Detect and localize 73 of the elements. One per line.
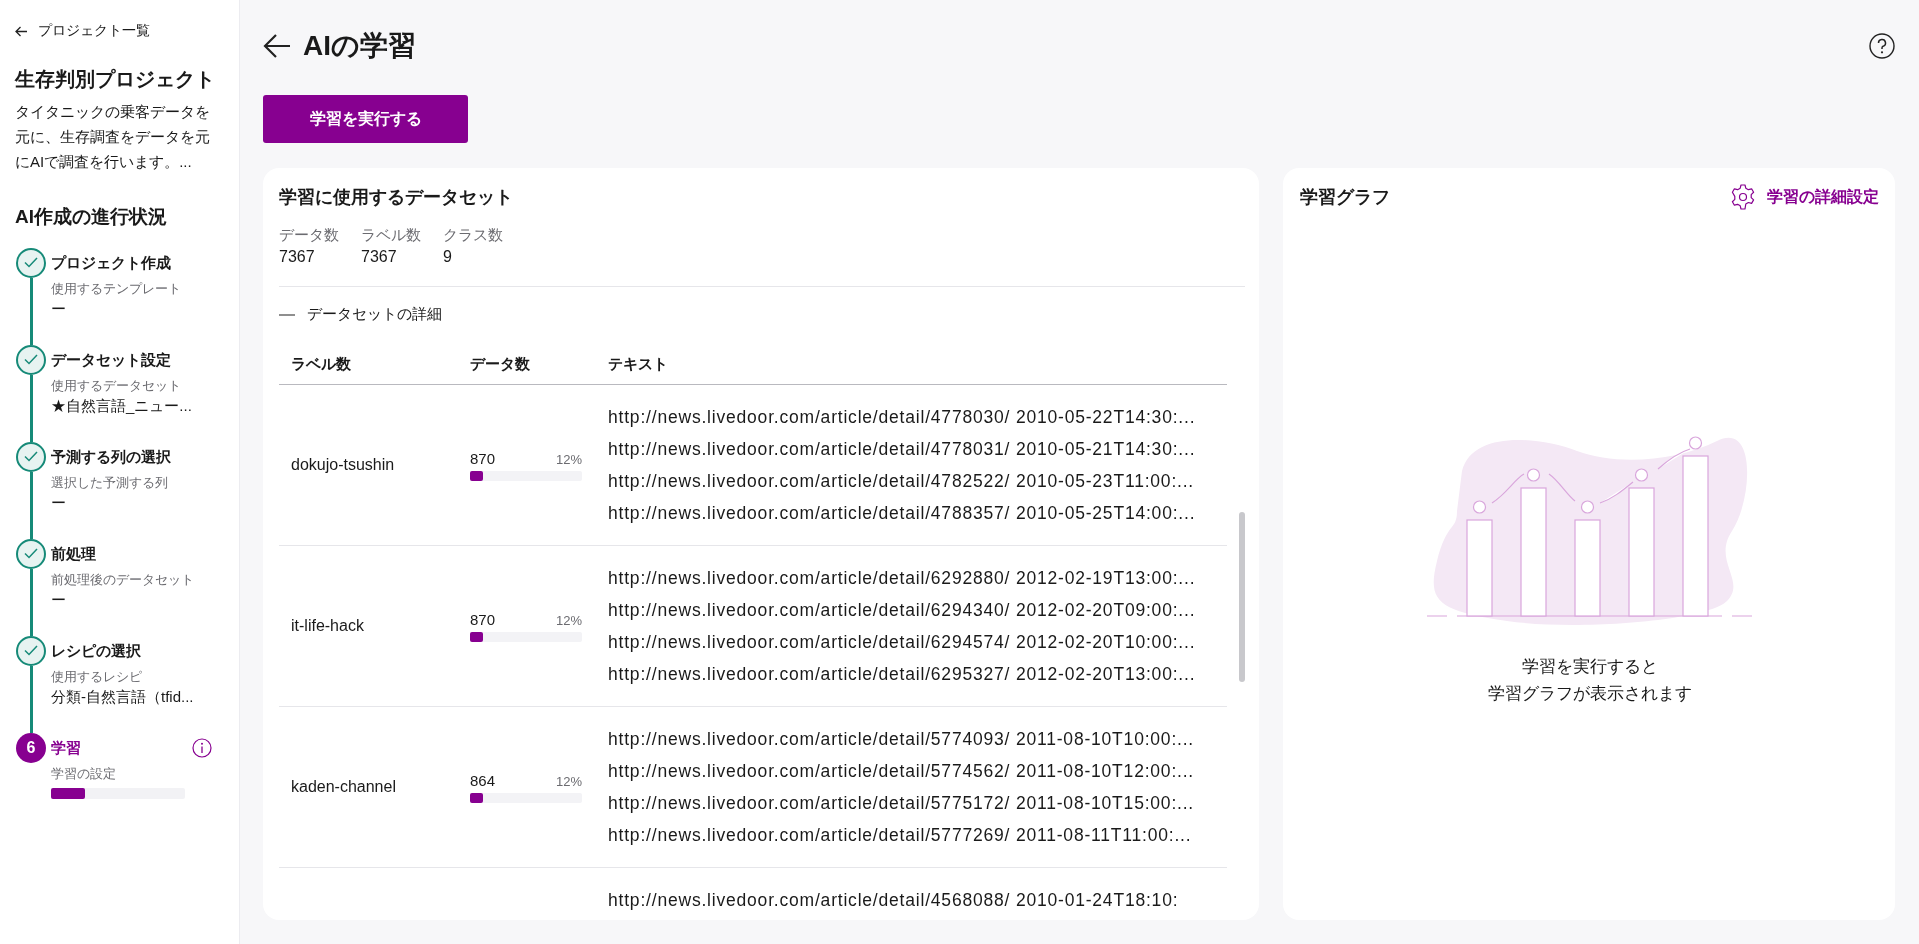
info-icon[interactable] [192, 737, 212, 758]
text-cell-text: http://news.livedoor.com/article/detail/5777269/ 2011-08-11T11:00:... [608, 824, 1193, 847]
minus-icon [279, 313, 295, 316]
count-value: 870 [470, 449, 497, 467]
step-title: 前処理 [51, 543, 96, 564]
text-cell-text: http://news.livedoor.com/article/detail/6294340/ 2012-02-20T09:00:... [608, 599, 1197, 622]
text-cell-text: http://news.livedoor.com/article/detail/4778030/ 2010-05-22T14:30:... [608, 406, 1197, 429]
chart-point [1580, 500, 1595, 514]
chart-point [1472, 500, 1487, 514]
step-caption: 選択した予測する列 [51, 474, 169, 492]
help-icon[interactable] [1869, 33, 1895, 59]
chart-point [1526, 468, 1541, 482]
step-title: 学習 [51, 737, 81, 758]
details-toggle[interactable]: データセットの詳細 [279, 305, 442, 324]
percent-value: 12% [555, 451, 582, 467]
text-cell-text: http://news.livedoor.com/article/detail/4568088/ 2010-01-24T18:10: [608, 889, 1180, 912]
column-header: データ数 [470, 354, 531, 374]
step-value: ー [51, 492, 67, 513]
text-cell-text: http://news.livedoor.com/article/detail/6294574/ 2012-02-20T10:00:... [608, 631, 1197, 654]
back-arrow-icon [15, 25, 28, 37]
count-value: 870 [470, 610, 497, 628]
step-value: 分類-自然言語（tfid... [51, 686, 195, 707]
step-value: ★自然言語_ニュー... [51, 395, 193, 416]
scrollbar[interactable] [1239, 512, 1245, 682]
card-title: 学習に使用するデータセット [279, 186, 514, 209]
step-number: 6 [16, 732, 46, 763]
step-title: プロジェクト作成 [51, 252, 171, 273]
text-cell-text: http://news.livedoor.com/article/detail/4778031/ 2010-05-21T14:30:... [608, 438, 1197, 461]
step-caption: 使用するデータセット [51, 377, 182, 395]
text-cell-text: http://news.livedoor.com/article/detail/4788357/ 2010-05-25T14:00:... [608, 502, 1197, 525]
step-caption: 使用するレシピ [51, 668, 143, 686]
percent-value: 12% [555, 612, 582, 628]
column-header: ラベル数 [290, 354, 352, 374]
row-label: dokujo-tsushin [290, 456, 396, 474]
step-title: レシピの選択 [51, 640, 141, 661]
text-cell-text: http://news.livedoor.com/article/detail/5775172/ 2011-08-10T15:00:... [608, 792, 1196, 815]
step-value: ー [51, 589, 67, 610]
empty-message: 学習グラフが表示されます [1487, 683, 1692, 705]
step-caption: 学習の設定 [51, 765, 117, 783]
chart-point [1634, 468, 1649, 482]
step-title: 予測する列の選択 [51, 446, 171, 467]
empty-message: 学習を実行すると [1521, 656, 1658, 678]
stat-label: ラベル数 [361, 226, 421, 245]
settings-link[interactable]: 学習の詳細設定 [1729, 183, 1879, 211]
stat-value: 7367 [279, 248, 316, 266]
text-cell-text: http://news.livedoor.com/article/detail/4782522/ 2010-05-23T11:00:... [608, 470, 1196, 493]
text-cell-text: http://news.livedoor.com/article/detail/5774562/ 2011-08-10T12:00:... [608, 760, 1196, 783]
count-value: 864 [470, 771, 497, 789]
stat-label: クラス数 [443, 226, 503, 245]
chart-point [1688, 436, 1703, 450]
text-cell-text: http://news.livedoor.com/article/detail/6295327/ 2012-02-20T13:00:... [608, 663, 1197, 686]
settings-icon [1729, 183, 1757, 211]
stat-value: 9 [443, 248, 453, 266]
progress-heading: AI作成の進行状況 [15, 204, 168, 229]
step-caption: 前処理後のデータセット [51, 571, 195, 589]
row-label: it-life-hack [290, 617, 365, 635]
text-cell-text: http://news.livedoor.com/article/detail/5774093/ 2011-08-10T10:00:... [608, 728, 1196, 751]
project-description: タイタニックの乗客データを元に、生存調査をデータを元にAIで調査を行います。... [15, 101, 210, 172]
row-label: kaden-channel [290, 778, 397, 796]
percent-value: 12% [555, 773, 582, 789]
step-caption: 使用するテンプレート [51, 280, 182, 298]
stat-value: 7367 [361, 248, 398, 266]
text-cell-text: http://news.livedoor.com/article/detail/6292880/ 2012-02-19T13:00:... [608, 567, 1197, 590]
column-header: テキスト [608, 354, 669, 374]
back-link[interactable]: プロジェクト一覧 [15, 22, 150, 40]
page-title: AIの学習 [303, 29, 416, 63]
stat-label: データ数 [279, 226, 339, 245]
card-title: 学習グラフ [1300, 186, 1390, 209]
run-training-button[interactable]: 学習を実行する [263, 95, 468, 143]
back-arrow-icon[interactable] [263, 34, 291, 58]
project-title: 生存判別プロジェクト [15, 66, 216, 92]
step-value: ー [51, 298, 67, 319]
step-title: データセット設定 [51, 349, 171, 370]
